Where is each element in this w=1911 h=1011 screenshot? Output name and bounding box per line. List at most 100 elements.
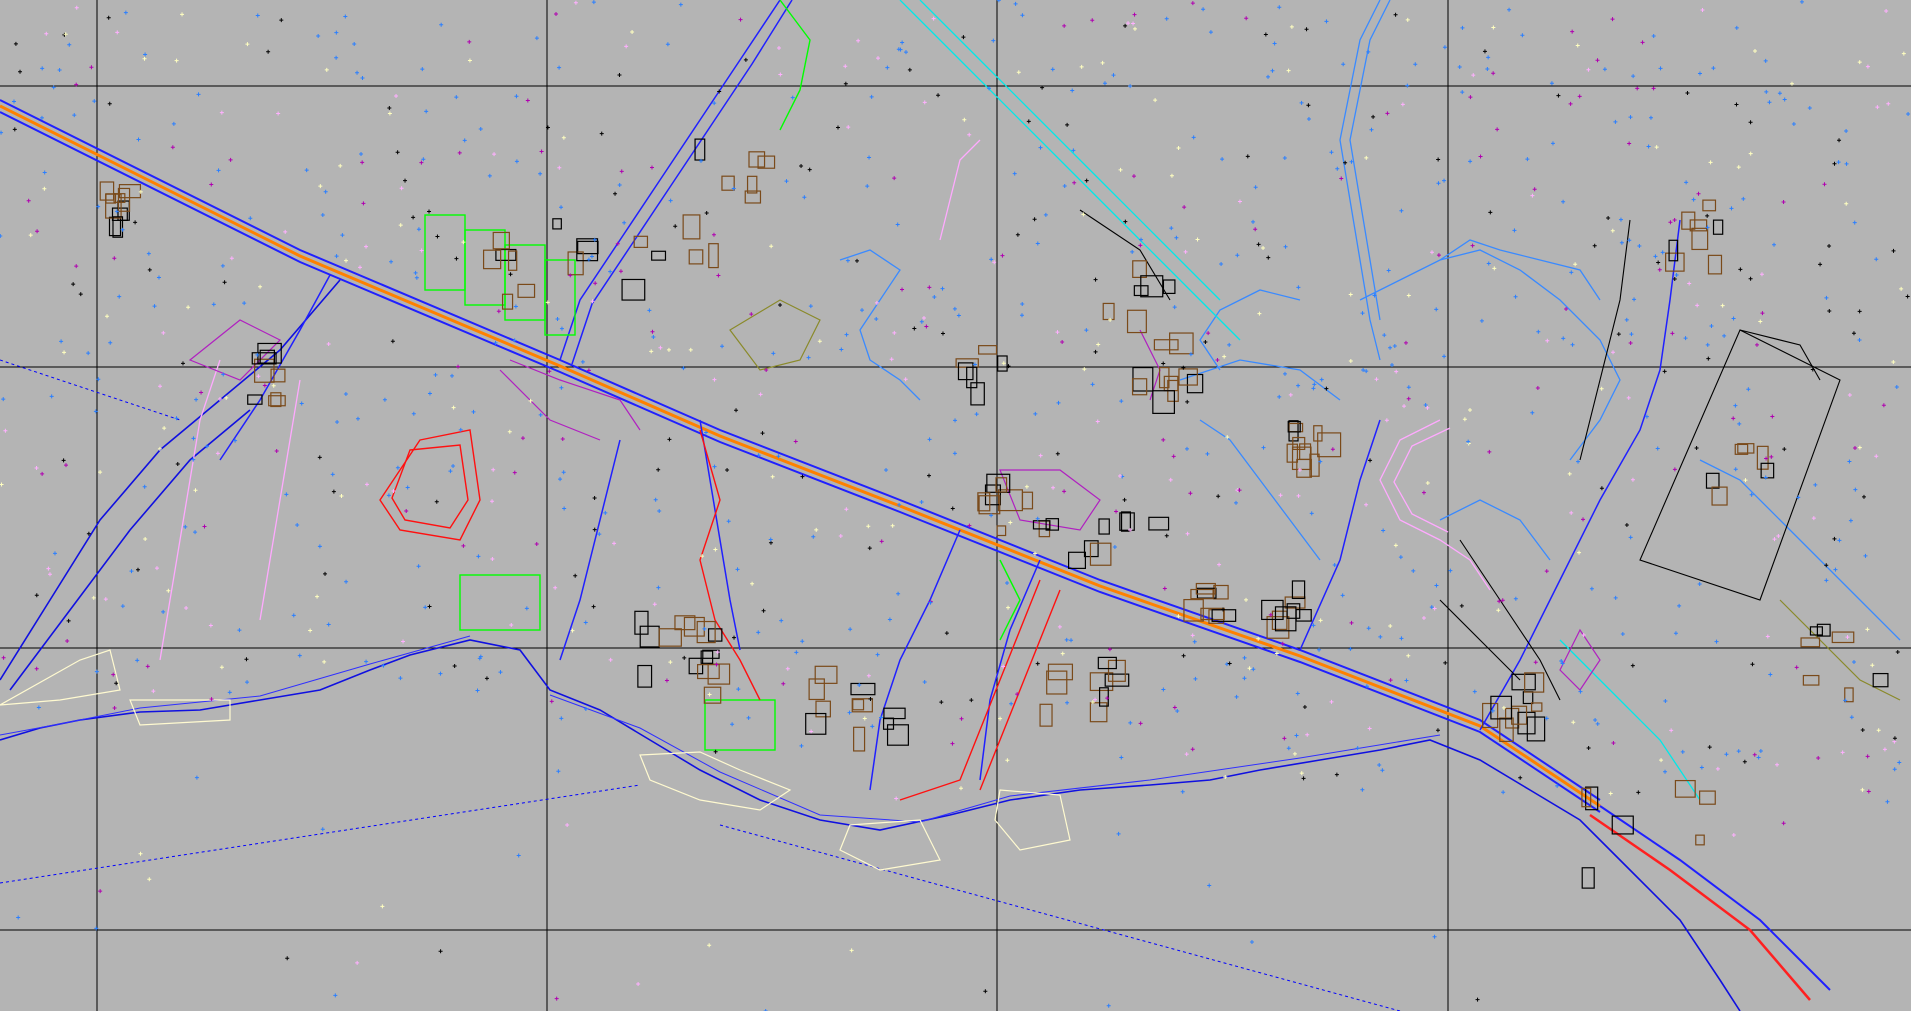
survey-point-marker <box>1329 150 1334 155</box>
survey-point-marker <box>1394 369 1399 374</box>
survey-point-marker <box>317 455 322 460</box>
survey-point-marker <box>1256 242 1261 247</box>
survey-point-marker <box>771 351 776 356</box>
survey-point-marker <box>457 150 462 155</box>
survey-point-marker <box>1653 254 1658 259</box>
survey-point-marker <box>147 877 152 882</box>
survey-point-marker <box>1368 458 1373 463</box>
survey-point-marker <box>1632 297 1637 302</box>
survey-point-marker <box>291 613 296 618</box>
cad-drawing-viewport[interactable] <box>0 0 1911 1011</box>
survey-point-marker <box>1487 449 1492 454</box>
survey-point-marker <box>1006 605 1011 610</box>
survey-point-marker <box>1278 493 1283 498</box>
survey-point-marker <box>931 16 936 21</box>
survey-point-marker <box>1153 98 1158 103</box>
survey-point-marker <box>395 150 400 155</box>
survey-point-marker <box>209 182 214 187</box>
survey-point-marker <box>331 489 336 494</box>
survey-point-marker <box>1369 127 1374 132</box>
survey-point-marker <box>1339 176 1344 181</box>
survey-point-marker <box>939 700 944 705</box>
survey-point-marker <box>1627 141 1632 146</box>
cad-map-canvas[interactable] <box>0 0 1911 1011</box>
survey-point-marker <box>183 524 188 529</box>
survey-point-marker <box>427 391 432 396</box>
survey-point-marker <box>844 332 849 337</box>
survey-point-marker <box>1123 23 1128 28</box>
survey-point-marker <box>433 372 438 377</box>
building-footprint <box>1097 656 1117 670</box>
survey-point-marker <box>1227 661 1232 666</box>
survey-point-marker <box>707 943 712 948</box>
survey-point-marker <box>1263 32 1268 37</box>
survey-point-marker <box>1355 746 1360 751</box>
survey-point-marker <box>1371 114 1376 119</box>
survey-point-marker <box>1242 655 1247 660</box>
survey-point-marker <box>562 506 567 511</box>
survey-point-marker <box>1377 763 1382 768</box>
survey-point-marker <box>1892 739 1897 744</box>
survey-point-marker <box>1435 728 1440 733</box>
survey-point-marker <box>398 676 403 681</box>
survey-point-marker <box>1847 459 1852 464</box>
survey-point-marker <box>894 796 899 801</box>
survey-point-marker <box>184 605 189 610</box>
survey-point-marker <box>903 50 908 55</box>
survey-point-marker <box>476 554 481 559</box>
survey-point-marker <box>297 653 302 658</box>
survey-point-marker <box>545 300 550 305</box>
survey-point-marker <box>1711 66 1716 71</box>
survey-point-marker <box>1677 603 1682 608</box>
survey-point-marker <box>1001 361 1006 366</box>
survey-point-marker <box>1102 81 1107 86</box>
survey-point-marker <box>1876 728 1881 733</box>
survey-point-marker <box>86 351 91 356</box>
survey-point-marker <box>1406 385 1411 390</box>
building-footprint <box>815 700 831 718</box>
survey-point-marker <box>219 665 224 670</box>
survey-point-marker <box>879 539 884 544</box>
survey-point-marker <box>390 339 395 344</box>
survey-point-marker <box>1760 311 1765 316</box>
survey-point-marker <box>866 673 871 678</box>
survey-point-marker <box>1008 520 1013 525</box>
survey-point-marker <box>1296 285 1301 290</box>
survey-point-marker <box>216 168 221 173</box>
survey-point-marker <box>1188 352 1193 357</box>
survey-point-marker <box>242 301 247 306</box>
building-footprint <box>270 392 282 408</box>
survey-point-marker <box>612 541 617 546</box>
survey-point-marker <box>1722 333 1727 338</box>
survey-point-marker <box>237 628 242 633</box>
survey-point-marker <box>1595 721 1600 726</box>
survey-point-marker <box>405 485 410 490</box>
building-footprint <box>1705 472 1720 489</box>
survey-point-marker <box>678 2 683 7</box>
survey-point-marker <box>538 171 543 176</box>
survey-point-marker <box>1227 342 1232 347</box>
survey-point-marker <box>1234 500 1238 505</box>
survey-point-marker <box>1442 45 1447 50</box>
survey-point-marker <box>359 152 364 157</box>
survey-point-marker <box>92 99 97 104</box>
survey-point-marker <box>326 622 331 627</box>
survey-point-marker <box>1488 210 1493 215</box>
building-footprint <box>1712 219 1724 235</box>
survey-point-marker <box>806 355 811 360</box>
building-footprint <box>634 610 649 635</box>
survey-point-marker <box>1651 86 1656 91</box>
survey-point-marker <box>593 281 598 286</box>
survey-point-marker <box>1697 71 1702 76</box>
survey-point-marker <box>1434 307 1439 312</box>
survey-point-marker <box>166 588 171 593</box>
survey-point-marker <box>1180 789 1185 794</box>
survey-point-marker <box>334 30 339 35</box>
olive-features <box>729 299 1901 701</box>
survey-point-marker <box>1626 395 1631 400</box>
survey-point-marker <box>1309 511 1314 516</box>
survey-point-marker <box>1181 653 1186 658</box>
survey-point-marker <box>1442 178 1447 183</box>
survey-point-marker <box>1611 740 1616 745</box>
survey-point-marker <box>490 499 495 504</box>
